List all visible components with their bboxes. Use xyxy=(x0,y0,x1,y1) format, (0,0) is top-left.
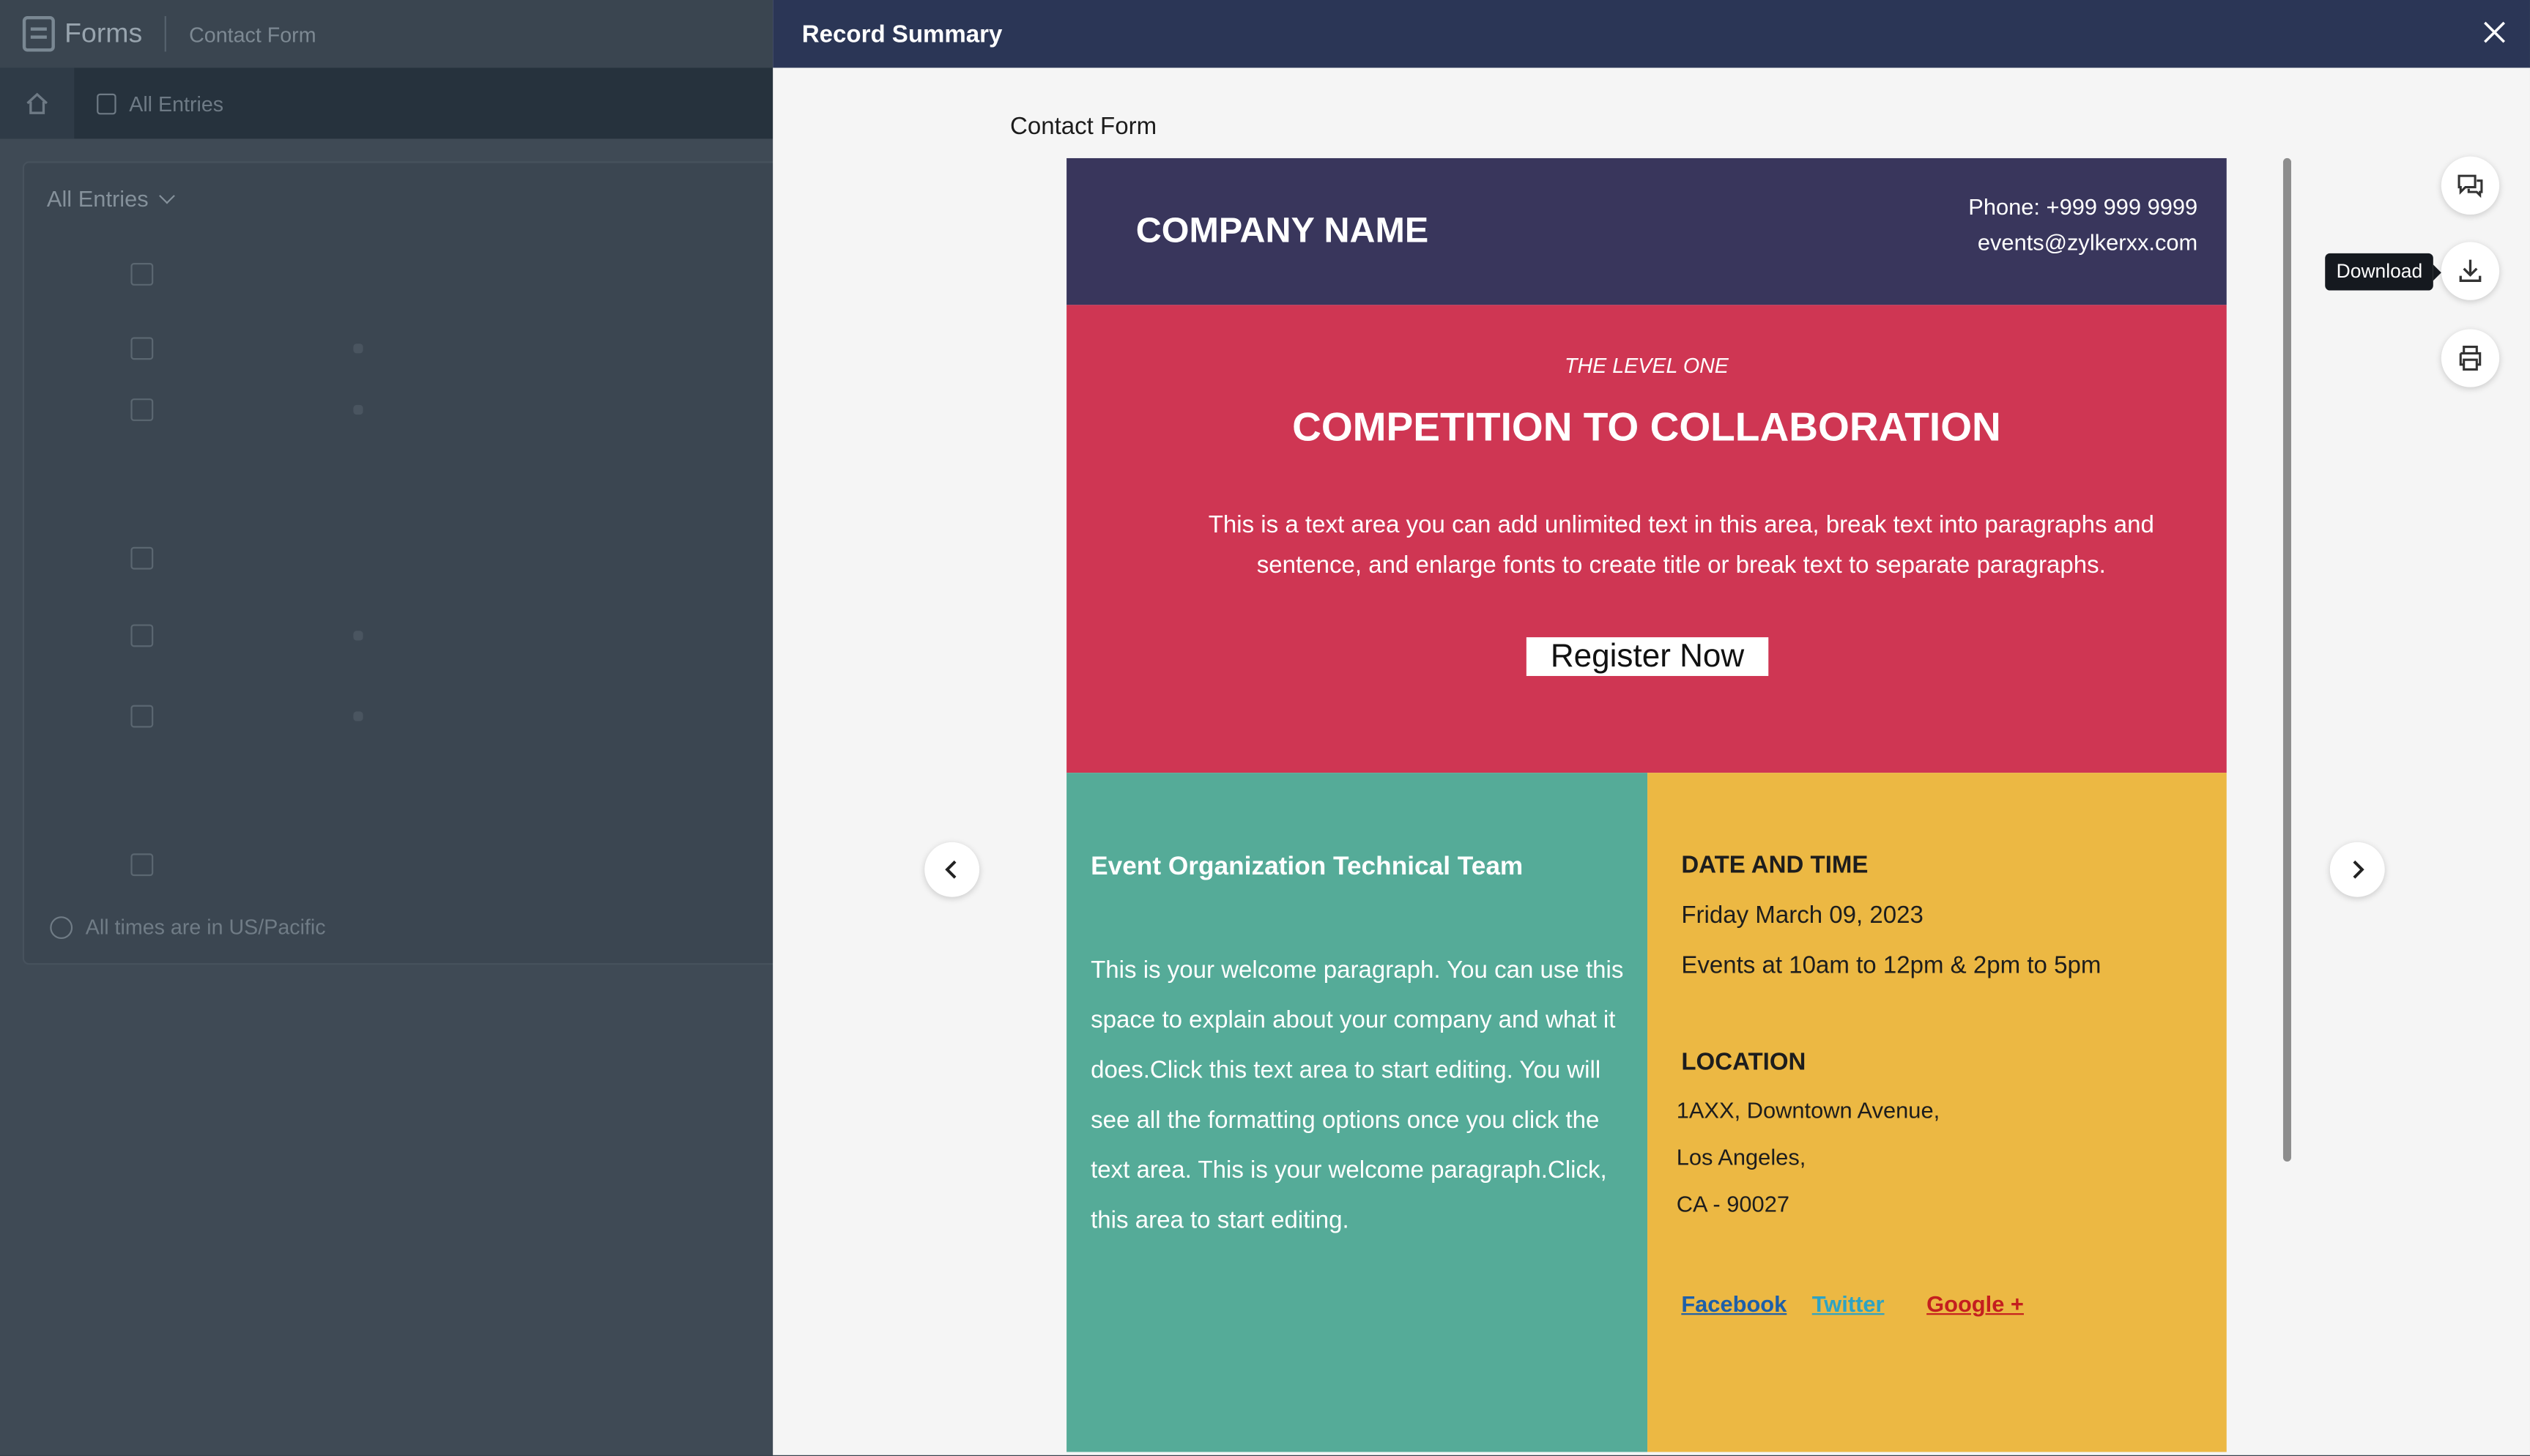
chevron-left-icon xyxy=(945,860,957,879)
hero-text: This is a text area you can add unlimite… xyxy=(1208,511,2154,579)
previous-record-button[interactable] xyxy=(924,842,980,897)
download-tooltip: Download xyxy=(2325,253,2443,291)
timezone-note-text: All times are in US/Pacific xyxy=(85,914,326,940)
team-title: Event Organization Technical Team xyxy=(1091,853,1524,881)
email-text: events@zylkerxx.com xyxy=(1977,229,2198,256)
twitter-link[interactable]: Twitter xyxy=(1812,1290,1885,1316)
row-checkbox[interactable] xyxy=(130,546,154,570)
entries-filter-label: All Entries xyxy=(46,185,149,212)
next-record-button[interactable] xyxy=(2329,842,2385,897)
print-icon xyxy=(2459,346,2482,371)
address-line-3: CA - 90027 xyxy=(1676,1190,1790,1217)
top-bar-divider xyxy=(165,16,167,52)
drawer-header: Record Summary xyxy=(773,0,2530,68)
comments-button[interactable] xyxy=(2441,156,2500,215)
nav-all-entries-label: All Entries xyxy=(129,91,224,116)
welcome-paragraph: This is your welcome paragraph. You can … xyxy=(1091,957,1624,1235)
row-cell xyxy=(353,711,363,721)
hero-headline: COMPETITION TO COLLABORATION xyxy=(1292,404,2001,450)
row-checkbox[interactable] xyxy=(130,624,154,647)
event-date: Friday March 09, 2023 xyxy=(1681,902,1924,929)
download-icon xyxy=(2459,259,2482,282)
event-details-section: DATE AND TIME Friday March 09, 2023 Even… xyxy=(1647,773,2227,1452)
register-now-button[interactable]: Register Now xyxy=(1526,637,1769,676)
nav-all-entries[interactable]: All Entries xyxy=(97,91,224,116)
entries-icon xyxy=(97,92,116,114)
chevron-right-icon xyxy=(2353,860,2364,879)
print-button[interactable] xyxy=(2441,329,2500,387)
download-button[interactable] xyxy=(2441,242,2500,300)
company-name: COMPANY NAME xyxy=(1135,209,1429,250)
form-name[interactable]: Contact Form xyxy=(189,22,316,46)
globe-icon xyxy=(50,915,73,938)
forms-logo-icon xyxy=(22,16,55,52)
home-icon xyxy=(26,92,48,114)
background-app: Forms Contact Form All Entries All Entri… xyxy=(0,0,782,1455)
phone-text: Phone: +999 999 9999 xyxy=(1968,193,2198,220)
app-nav-bar: All Entries xyxy=(0,67,775,139)
form-label: Contact Form xyxy=(1009,113,1157,141)
record-preview: COMPANY NAME Phone: +999 999 9999 events… xyxy=(1066,157,2227,1452)
event-times: Events at 10am to 12pm & 2pm to 5pm xyxy=(1681,951,2101,980)
record-summary-drawer: Record Summary Contact Form COMPANY NAME… xyxy=(773,0,2530,1455)
row-checkbox[interactable] xyxy=(130,337,154,360)
contact-info: Phone: +999 999 9999 events@zylkerxx.com xyxy=(1968,189,2197,260)
drawer-title: Record Summary xyxy=(801,20,1003,48)
date-time-heading: DATE AND TIME xyxy=(1681,852,1869,880)
row-cell xyxy=(353,343,363,354)
app-logo[interactable]: Forms xyxy=(22,16,143,52)
hero-kicker: THE LEVEL ONE xyxy=(1564,353,1729,378)
chevron-down-icon xyxy=(159,187,175,204)
hero-band: THE LEVEL ONE COMPETITION TO COLLABORATI… xyxy=(1066,305,2227,773)
entries-panel: All Entries All times are in US/Pacific xyxy=(22,161,782,965)
team-section: Event Organization Technical Team This i… xyxy=(1066,773,1648,1452)
select-all-checkbox[interactable] xyxy=(130,263,154,286)
location-heading: LOCATION xyxy=(1681,1048,1806,1077)
row-checkbox[interactable] xyxy=(130,853,154,877)
row-cell xyxy=(353,404,363,415)
preview-scrollbar[interactable] xyxy=(2282,157,2291,1162)
google-plus-link[interactable]: Google + xyxy=(1926,1290,2024,1316)
comment-icon xyxy=(2457,174,2483,198)
app-logo-text: Forms xyxy=(64,18,143,49)
row-checkbox[interactable] xyxy=(130,705,154,728)
company-header-band: COMPANY NAME Phone: +999 999 9999 events… xyxy=(1066,157,2227,305)
row-cell xyxy=(353,631,363,641)
facebook-link[interactable]: Facebook xyxy=(1681,1290,1787,1316)
app-top-bar: Forms Contact Form xyxy=(0,0,775,68)
timezone-note: All times are in US/Pacific xyxy=(50,914,326,940)
close-icon[interactable] xyxy=(2479,16,2511,48)
row-checkbox[interactable] xyxy=(130,398,154,421)
home-button[interactable] xyxy=(0,67,75,139)
address-line-2: Los Angeles, xyxy=(1676,1143,1806,1170)
entries-filter-dropdown[interactable]: All Entries xyxy=(46,185,175,212)
address-line-1: 1AXX, Downtown Avenue, xyxy=(1676,1096,1940,1123)
